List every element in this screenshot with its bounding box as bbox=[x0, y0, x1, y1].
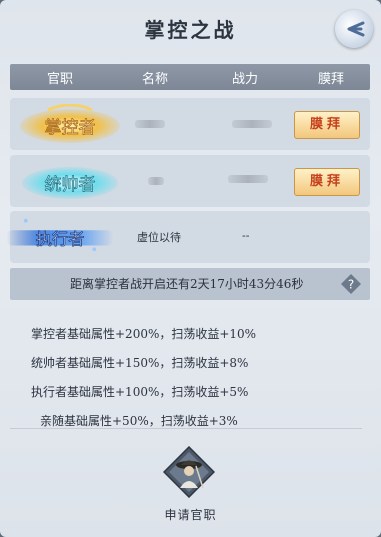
worship-button[interactable]: 膜拜 bbox=[294, 168, 360, 196]
player-power-hidden bbox=[232, 120, 272, 128]
header-name: 名称 bbox=[141, 71, 168, 87]
table-row: 统帅者 膜拜 bbox=[10, 155, 370, 207]
help-icon[interactable]: ? bbox=[340, 273, 362, 295]
back-button[interactable] bbox=[335, 10, 373, 48]
divider bbox=[10, 428, 362, 429]
page-title: 掌控之战 bbox=[144, 18, 237, 42]
cyan-rank-badge-icon: 统帅者 bbox=[22, 167, 118, 199]
power-placeholder: -- bbox=[242, 229, 250, 242]
countdown-bar: 距离掌控者战开启还有2天17小时43分46秒 ? bbox=[10, 268, 370, 300]
player-name-hidden bbox=[135, 120, 165, 128]
svg-text:?: ? bbox=[348, 278, 354, 292]
benefit-list: 掌控者基础属性+200%，扫荡收益+10% 统帅者基础属性+150%，扫荡收益+… bbox=[10, 308, 370, 428]
gold-rank-badge-icon: 掌控者 bbox=[20, 104, 120, 143]
rank-label: 执行者 bbox=[36, 230, 85, 249]
apply-official-label[interactable]: 申请官职 bbox=[0, 506, 381, 523]
header-rank: 官职 bbox=[46, 71, 73, 87]
player-power-hidden bbox=[228, 175, 268, 183]
conquest-panel: 掌控之战 官职 名称 战力 膜拜 掌控者 膜拜 统帅者 膜拜 执行者 虚位以待 … bbox=[0, 0, 381, 537]
benefit-item: 亲随基础属性+50%，扫荡收益+3% bbox=[40, 414, 238, 428]
rank-label: 掌控者 bbox=[45, 118, 96, 138]
header-power: 战力 bbox=[231, 71, 258, 87]
header-worship: 膜拜 bbox=[317, 71, 344, 87]
rank-label: 统帅者 bbox=[45, 175, 96, 195]
table-header: 官职 名称 战力 膜拜 bbox=[10, 64, 370, 90]
table-row: 执行者 虚位以待 -- bbox=[6, 211, 370, 263]
table-row: 掌控者 膜拜 bbox=[10, 98, 370, 150]
back-arrow-icon bbox=[347, 21, 365, 37]
benefit-item: 执行者基础属性+100%，扫荡收益+5% bbox=[31, 385, 249, 399]
worship-button[interactable]: 膜拜 bbox=[294, 111, 360, 139]
vacant-text: 虚位以待 bbox=[137, 231, 181, 244]
apply-official-icon[interactable] bbox=[163, 446, 215, 498]
player-name-hidden bbox=[148, 177, 164, 185]
blue-rank-badge-icon: 执行者 bbox=[6, 218, 114, 252]
benefit-item: 统帅者基础属性+150%，扫荡收益+8% bbox=[31, 356, 249, 370]
countdown-text: 距离掌控者战开启还有2天17小时43分46秒 bbox=[70, 277, 304, 291]
benefit-item: 掌控者基础属性+200%，扫荡收益+10% bbox=[31, 327, 257, 341]
